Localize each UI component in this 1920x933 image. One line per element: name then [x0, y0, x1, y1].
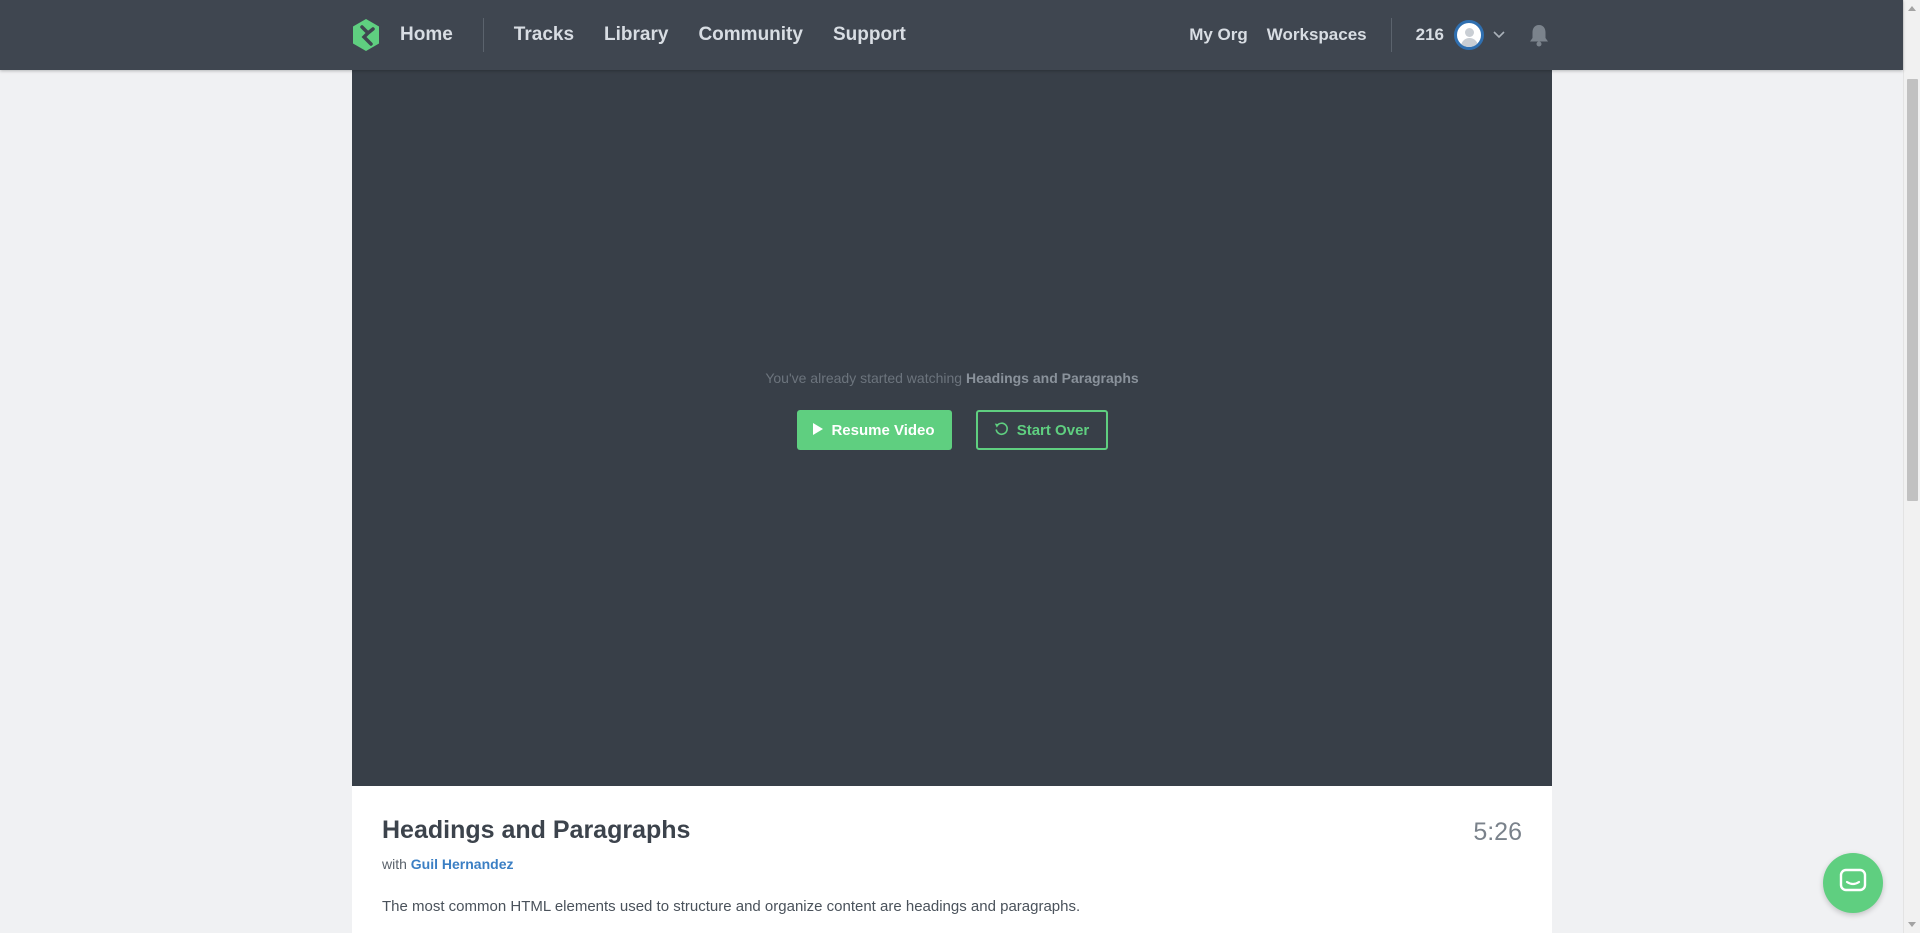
chat-launcher-button[interactable] — [1823, 853, 1883, 913]
nav-workspaces-link[interactable]: Workspaces — [1267, 25, 1367, 45]
resume-video-button[interactable]: Resume Video — [796, 410, 952, 450]
author-prefix: with — [382, 856, 411, 872]
restart-icon — [994, 421, 1009, 440]
lesson-duration: 5:26 — [1473, 818, 1522, 846]
resume-message-prefix: You've already started watching — [765, 370, 966, 386]
nav-home-link[interactable]: Home — [400, 24, 453, 46]
nav-right-group: My Org Workspaces 216 — [1189, 18, 1551, 52]
lesson-description: The most common HTML elements used to st… — [382, 898, 1081, 915]
video-action-buttons: Resume Video Start Over — [352, 410, 1552, 450]
author-link[interactable]: Guil Hernandez — [411, 856, 514, 872]
top-navigation: Home Tracks Library Community Support My… — [0, 0, 1903, 70]
bell-icon[interactable] — [1527, 22, 1551, 48]
lesson-author: with Guil Hernandez — [382, 856, 513, 872]
nav-my-org-link[interactable]: My Org — [1189, 25, 1248, 45]
main-nav: Tracks Library Community Support — [514, 24, 906, 46]
nav-library-link[interactable]: Library — [604, 24, 668, 46]
nav-community-link[interactable]: Community — [698, 24, 803, 46]
play-icon — [813, 422, 824, 439]
start-over-button[interactable]: Start Over — [975, 410, 1108, 450]
chat-icon — [1839, 868, 1867, 899]
resume-video-label: Resume Video — [831, 421, 935, 439]
lesson-title: Headings and Paragraphs — [382, 816, 691, 844]
treehouse-logo-icon[interactable] — [351, 18, 381, 52]
nav-divider-right — [1390, 18, 1392, 52]
resume-message: You've already started watching Headings… — [352, 370, 1552, 386]
video-player[interactable]: You've already started watching Headings… — [352, 70, 1552, 786]
resume-message-title: Headings and Paragraphs — [965, 370, 1139, 386]
start-over-label: Start Over — [1016, 421, 1090, 439]
nav-support-link[interactable]: Support — [833, 24, 906, 46]
nav-tracks-link[interactable]: Tracks — [514, 24, 574, 46]
avatar[interactable] — [1454, 20, 1484, 50]
nav-divider — [482, 18, 484, 52]
scroll-down-arrow[interactable] — [1908, 922, 1916, 927]
scroll-thumb[interactable] — [1907, 79, 1918, 501]
lesson-info-card: Headings and Paragraphs 5:26 with Guil H… — [352, 786, 1552, 933]
page-scrollbar[interactable] — [1903, 0, 1920, 933]
nav-container: Home Tracks Library Community Support My… — [351, 0, 1551, 70]
chevron-down-icon[interactable] — [1493, 29, 1505, 41]
scroll-up-arrow[interactable] — [1908, 6, 1916, 11]
points-count: 216 — [1415, 25, 1444, 44]
